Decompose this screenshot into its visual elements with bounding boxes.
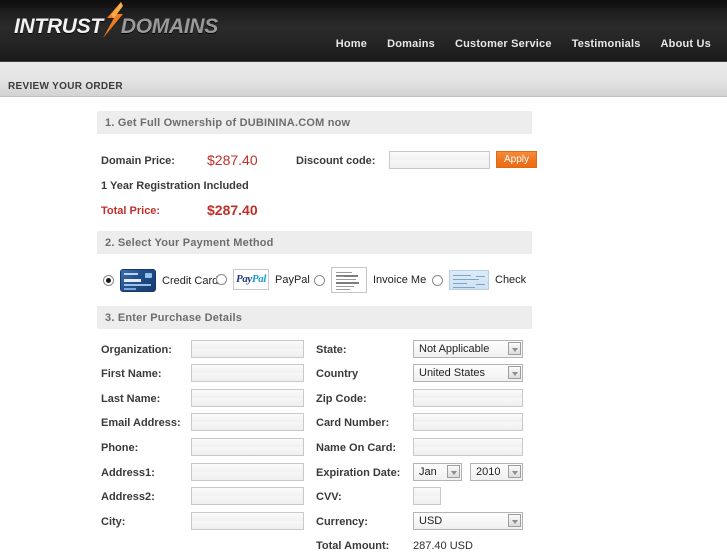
payment-option-credit-card[interactable]: Credit Card <box>103 269 218 292</box>
logo-text-domains: DOMAINS <box>120 15 218 38</box>
section-2-body: Credit Card Pay Pal PayPal Invoice Me Che… <box>0 254 727 306</box>
main-navigation: Home Domains Customer Service Testimonia… <box>336 38 711 50</box>
site-header: INTRUST DOMAINS Home Domains Customer Se… <box>0 0 727 62</box>
radio-invoice[interactable] <box>314 274 325 286</box>
section-2-header: 2. Select Your Payment Method <box>97 231 532 254</box>
label-address2: Address2: <box>101 491 155 503</box>
domain-price-value: $287.40 <box>207 152 258 168</box>
label-last-name: Last Name: <box>101 393 161 405</box>
radio-credit-card[interactable] <box>103 275 114 286</box>
page-title: REVIEW YOUR ORDER <box>8 81 123 92</box>
label-cvv: CVV: <box>316 491 342 503</box>
input-address1[interactable] <box>191 463 304 481</box>
apply-discount-button[interactable]: Apply <box>496 151 538 168</box>
input-last-name[interactable] <box>191 389 304 407</box>
label-card-number: Card Number: <box>316 417 390 429</box>
payment-option-check[interactable]: Check <box>432 270 526 290</box>
select-exp-year-wrap: 2010 <box>470 463 523 481</box>
payment-option-invoice[interactable]: Invoice Me <box>314 267 426 293</box>
nav-item-about-us[interactable]: About Us <box>661 38 711 50</box>
nav-item-domains[interactable]: Domains <box>387 38 435 50</box>
payment-label-credit-card: Credit Card <box>162 274 219 287</box>
select-currency-wrap: USD <box>413 512 523 530</box>
check-icon <box>449 270 489 290</box>
label-state: State: <box>316 344 347 356</box>
orange-arrow-icon <box>102 2 123 42</box>
label-name-on-card: Name On Card: <box>316 442 397 454</box>
label-total-amount: Total Amount: <box>316 540 390 552</box>
credit-card-icon <box>120 269 156 292</box>
input-address2[interactable] <box>191 487 304 505</box>
radio-check[interactable] <box>432 274 443 286</box>
label-currency: Currency: <box>316 516 368 528</box>
label-city: City: <box>101 516 126 528</box>
label-phone: Phone: <box>101 442 139 454</box>
registration-note: 1 Year Registration Included <box>101 180 249 192</box>
page-title-band: REVIEW YOUR ORDER <box>0 62 727 97</box>
section-3-body: Organization: First Name: Last Name: Ema… <box>0 329 727 559</box>
label-expiration-date: Expiration Date: <box>316 467 401 479</box>
select-expiration-year[interactable]: 2010 <box>470 463 523 481</box>
select-expiration-month[interactable]: Jan <box>413 463 462 481</box>
select-state-wrap: Not Applicable <box>413 340 523 358</box>
input-first-name[interactable] <box>191 364 304 382</box>
logo-text-intrust: INTRUST <box>14 15 103 38</box>
input-phone[interactable] <box>191 438 304 456</box>
invoice-icon <box>331 267 367 293</box>
select-currency[interactable]: USD <box>413 512 523 530</box>
input-card-number[interactable] <box>413 413 523 431</box>
nav-item-customer-service[interactable]: Customer Service <box>455 38 552 50</box>
payment-option-paypal[interactable]: Pay Pal PayPal <box>216 269 310 290</box>
payment-label-invoice: Invoice Me <box>373 274 427 286</box>
input-cvv[interactable] <box>413 487 441 505</box>
total-amount-value: 287.40 USD <box>413 540 473 552</box>
radio-paypal[interactable] <box>216 274 227 285</box>
select-exp-month-wrap: Jan <box>413 463 462 481</box>
input-name-on-card[interactable] <box>413 438 523 456</box>
payment-label-check: Check <box>495 274 527 286</box>
label-address1: Address1: <box>101 467 155 479</box>
discount-code-label: Discount code: <box>296 155 376 167</box>
input-zip-code[interactable] <box>413 389 523 407</box>
page-content: 1. Get Full Ownership of DUBININA.COM no… <box>0 97 727 559</box>
section-1-body: Domain Price: $287.40 Discount code: App… <box>0 134 727 231</box>
label-country: Country <box>316 368 359 380</box>
label-zip-code: Zip Code: <box>316 393 367 405</box>
section-3-title: 3. Enter Purchase Details <box>105 311 243 324</box>
section-1-title: 1. Get Full Ownership of DUBININA.COM no… <box>105 116 351 129</box>
site-logo[interactable]: INTRUST DOMAINS <box>14 2 218 42</box>
nav-item-home[interactable]: Home <box>336 38 367 50</box>
input-city[interactable] <box>191 512 304 530</box>
discount-code-input[interactable] <box>389 151 490 169</box>
input-email-address[interactable] <box>191 413 304 431</box>
select-country[interactable]: United States <box>413 364 523 382</box>
label-organization: Organization: <box>101 344 172 356</box>
paypal-icon: Pay Pal <box>233 269 269 290</box>
select-state[interactable]: Not Applicable <box>413 340 523 358</box>
label-first-name: First Name: <box>101 368 162 380</box>
input-organization[interactable] <box>191 340 304 358</box>
select-country-wrap: United States <box>413 364 523 382</box>
section-1-header: 1. Get Full Ownership of DUBININA.COM no… <box>97 111 532 134</box>
section-2-title: 2. Select Your Payment Method <box>105 236 274 249</box>
payment-label-paypal: PayPal <box>275 273 310 286</box>
domain-price-label: Domain Price: <box>101 155 175 167</box>
nav-item-testimonials[interactable]: Testimonials <box>572 38 641 50</box>
label-email-address: Email Address: <box>101 417 181 429</box>
section-3-header: 3. Enter Purchase Details <box>97 306 532 329</box>
total-price-label: Total Price: <box>101 205 161 217</box>
total-price-value: $287.40 <box>207 202 258 218</box>
